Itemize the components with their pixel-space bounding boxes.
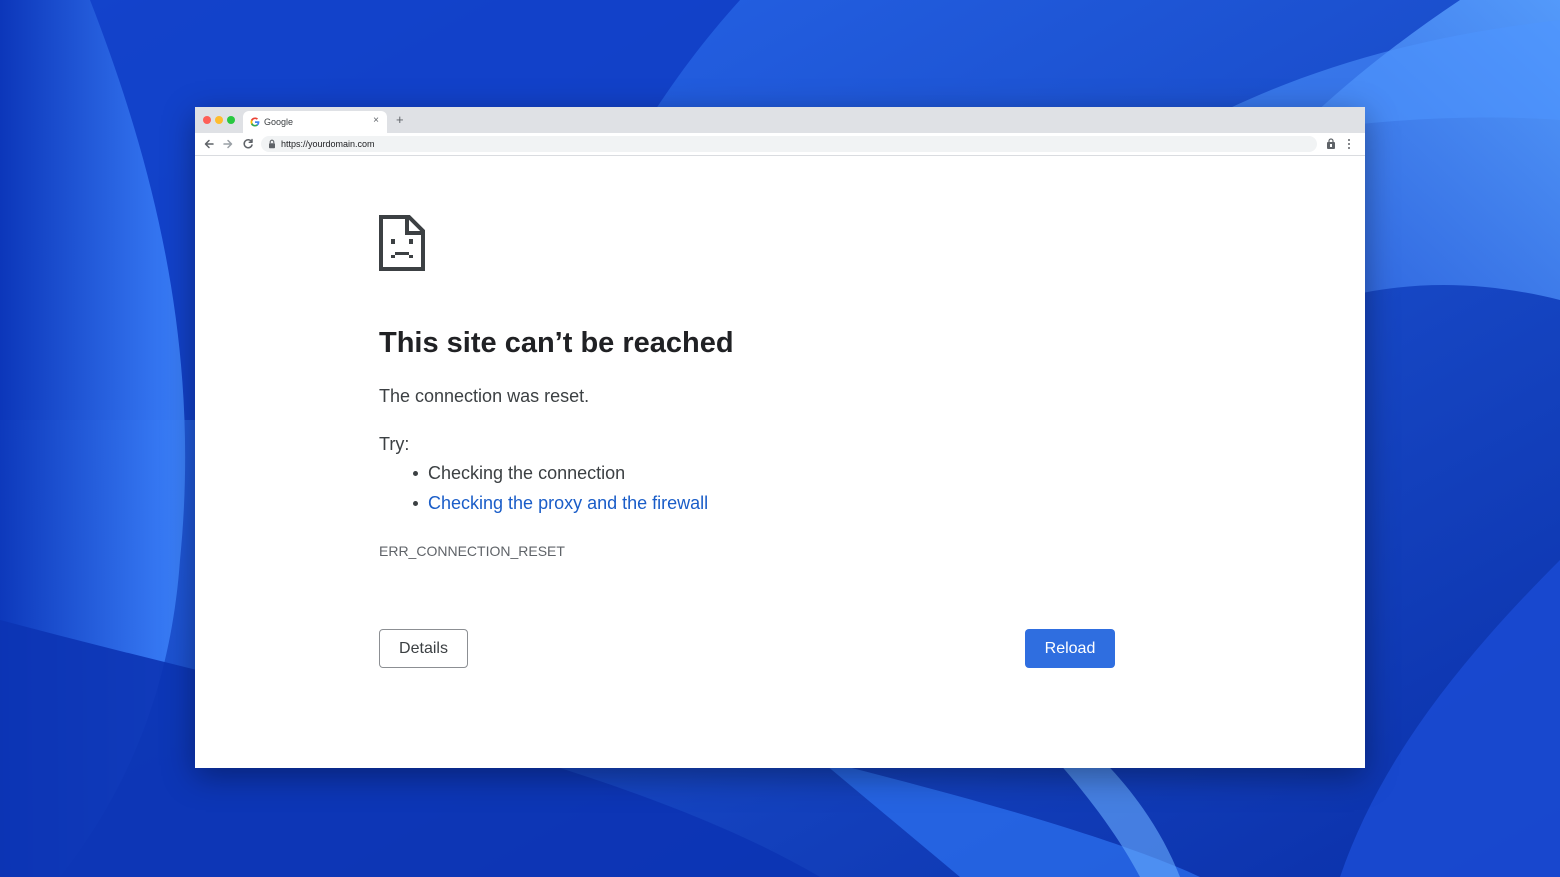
menu-dots-icon[interactable] (1346, 138, 1352, 150)
maximize-window-button[interactable] (227, 116, 235, 124)
reload-icon[interactable] (241, 137, 255, 151)
error-message: The connection was reset. (379, 386, 590, 406)
address-bar[interactable]: https://yourdomain.com (261, 136, 1317, 152)
suggestion-check-proxy-firewall-link[interactable]: Checking the proxy and the firewall (410, 491, 708, 521)
reload-button[interactable]: Reload (1025, 629, 1115, 668)
error-code: ERR_CONNECTION_RESET (379, 543, 565, 559)
suggestion-check-connection: Checking the connection (410, 461, 708, 491)
back-arrow-icon[interactable] (202, 137, 216, 151)
browser-toolbar: https://yourdomain.com (195, 133, 1365, 156)
google-g-icon (250, 117, 260, 127)
new-tab-button[interactable]: + (396, 113, 404, 127)
forward-arrow-icon[interactable] (221, 137, 235, 151)
tab-title: Google (264, 117, 294, 127)
error-page: This site can’t be reached The connectio… (195, 156, 1365, 768)
suggestion-list: Checking the connection Checking the pro… (410, 461, 708, 521)
minimize-window-button[interactable] (215, 116, 223, 124)
close-tab-icon[interactable]: × (373, 115, 379, 127)
tab-strip: Google × + (195, 107, 1365, 133)
url-text: https://yourdomain.com (281, 139, 375, 149)
details-button[interactable]: Details (379, 629, 468, 668)
page-title: This site can’t be reached (379, 327, 734, 359)
browser-window: Google × + https://yourdomain.com This s… (195, 107, 1365, 768)
close-window-button[interactable] (203, 116, 211, 124)
lock-icon (269, 139, 275, 149)
desktop: Google × + https://yourdomain.com This s… (0, 0, 1560, 877)
try-label: Try: (379, 434, 410, 454)
extension-icon[interactable] (1325, 138, 1337, 150)
tab-google[interactable]: Google × (243, 111, 387, 133)
sad-page-icon (379, 215, 425, 271)
